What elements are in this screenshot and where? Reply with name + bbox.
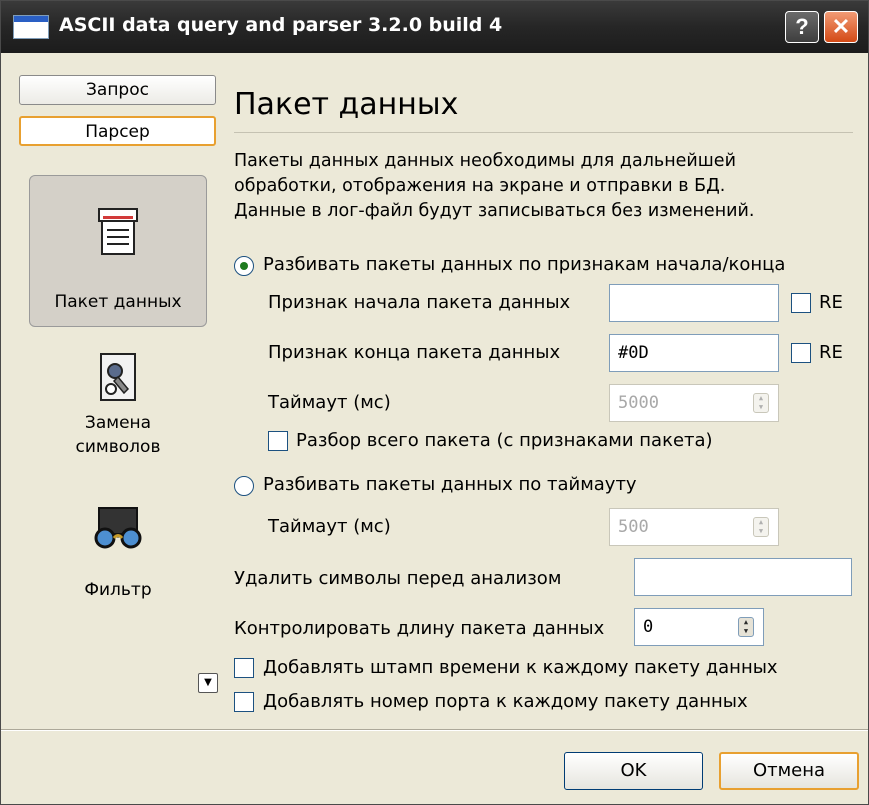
radio-split-by-markers-label[interactable]: Разбивать пакеты данных по признакам нач… — [263, 253, 785, 277]
footer-divider — [1, 729, 868, 731]
check-length-label: Контролировать длину пакета данных — [234, 618, 605, 639]
full-parse-checkbox[interactable] — [268, 431, 288, 451]
scroll-down-icon[interactable]: ▼ — [198, 673, 218, 693]
description-line: обработки, отображения на экране и отпра… — [234, 176, 726, 196]
radio-split-by-timeout-label[interactable]: Разбивать пакеты данных по таймауту — [263, 473, 637, 497]
description-line: Пакеты данных данных необходимы для даль… — [234, 151, 736, 171]
dialog-window: ASCII data query and parser 3.2.0 build … — [0, 0, 869, 805]
split-timeout-stepper[interactable]: 500 ▲ ▼ — [609, 508, 779, 546]
end-marker-re-checkbox[interactable] — [791, 343, 811, 363]
sidebar-item-label: Замена символов — [29, 411, 207, 459]
marker-timeout-label: Таймаут (мс) — [268, 392, 391, 413]
help-button[interactable]: ? — [785, 11, 819, 43]
replace-symbols-icon — [100, 353, 136, 401]
radio-split-by-markers[interactable] — [234, 256, 254, 276]
page-title: Пакет данных — [234, 87, 459, 122]
spin-arrows-icon[interactable]: ▲ ▼ — [753, 517, 769, 537]
sidebar-item-label: Пакет данных — [54, 292, 182, 312]
description: Пакеты данных данных необходимы для даль… — [234, 149, 854, 224]
add-port-checkbox[interactable] — [234, 692, 254, 712]
sidebar-item-replace-symbols[interactable]: Замена символов — [29, 349, 207, 477]
filter-glasses-icon — [94, 507, 142, 549]
start-marker-input[interactable] — [609, 284, 779, 322]
sidebar-item-filter[interactable]: Фильтр — [29, 506, 207, 616]
check-length-value: 0 — [643, 617, 654, 637]
start-marker-re-label: RE — [819, 292, 843, 313]
split-timeout-value: 500 — [618, 517, 649, 537]
add-timestamp-checkbox[interactable] — [234, 658, 254, 678]
remove-chars-label: Удалить символы перед анализом — [234, 568, 562, 589]
start-marker-label: Признак начала пакета данных — [268, 292, 571, 313]
tab-parser[interactable]: Парсер — [19, 116, 216, 146]
full-parse-label: Разбор всего пакета (с признаками пакета… — [296, 430, 713, 451]
end-marker-label: Признак конца пакета данных — [268, 342, 561, 363]
cancel-button[interactable]: Отмена — [719, 752, 859, 790]
marker-timeout-stepper[interactable]: 5000 ▲ ▼ — [609, 384, 779, 422]
end-marker-re-label: RE — [819, 342, 843, 363]
app-window-icon — [13, 15, 49, 39]
sidebar-item-label-text: Замена символов — [75, 413, 161, 457]
sidebar-item-packet[interactable]: Пакет данных — [29, 175, 207, 327]
tab-query[interactable]: Запрос — [19, 75, 216, 105]
window-title: ASCII data query and parser 3.2.0 build … — [59, 14, 503, 36]
marker-timeout-value: 5000 — [618, 393, 659, 413]
add-timestamp-label: Добавлять штамп времени к каждому пакету… — [263, 657, 778, 678]
sidebar-item-label: Фильтр — [84, 580, 152, 600]
spin-arrows-icon[interactable]: ▲ ▼ — [753, 393, 769, 413]
ok-button[interactable]: OK — [564, 752, 703, 790]
radio-split-by-timeout[interactable] — [234, 476, 254, 496]
title-bar[interactable]: ASCII data query and parser 3.2.0 build … — [1, 1, 868, 53]
heading-divider — [234, 132, 853, 133]
description-line: Данные в лог-файл будут записываться без… — [234, 201, 755, 221]
end-marker-input[interactable]: #0D — [609, 334, 779, 372]
check-length-stepper[interactable]: 0 ▲ ▼ — [634, 608, 764, 646]
close-button[interactable]: ✕ — [824, 11, 858, 43]
remove-chars-input[interactable] — [634, 558, 852, 596]
start-marker-re-checkbox[interactable] — [791, 293, 811, 313]
packet-icon — [98, 208, 138, 255]
add-port-label: Добавлять номер порта к каждому пакету д… — [263, 691, 748, 712]
split-timeout-label: Таймаут (мс) — [268, 516, 391, 537]
spin-arrows-icon[interactable]: ▲ ▼ — [738, 617, 754, 637]
